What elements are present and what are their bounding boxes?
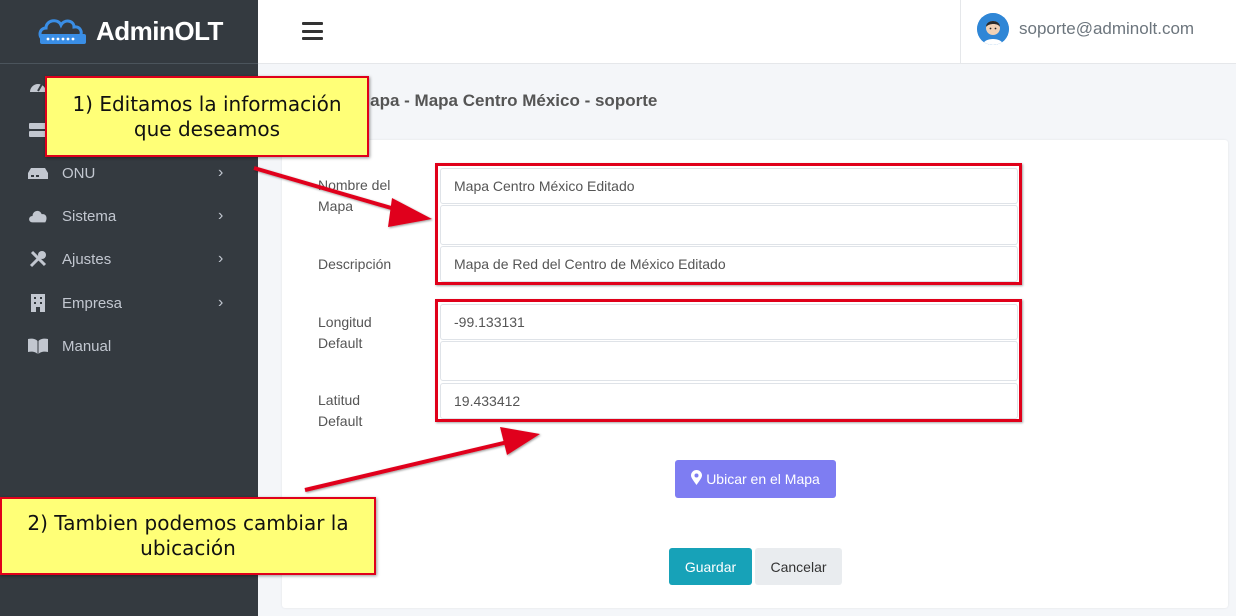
chevron-right-icon: › <box>218 207 224 224</box>
hamburger-icon[interactable] <box>302 22 323 40</box>
sidebar-item-label: Sistema <box>62 207 117 225</box>
highlight-coordinates <box>435 299 1022 422</box>
tools-icon <box>28 250 48 268</box>
sidebar-item-label: Ajustes <box>62 250 112 268</box>
sidebar-item-label: Manual <box>62 337 112 355</box>
building-icon <box>28 294 48 312</box>
annotation-note-1: 1) Editamos la información que deseamos <box>45 76 369 157</box>
sidebar-item-manual[interactable]: Manual <box>0 326 258 366</box>
highlight-name-description <box>435 163 1022 285</box>
map-marker-icon <box>691 470 703 488</box>
annotation-note-1-line-1: 1) Editamos la información <box>72 91 342 116</box>
annotation-note-2: 2) Tambien podemos cambiar la ubicación <box>0 497 376 575</box>
book-icon <box>28 337 48 355</box>
sidebar-item-sistema[interactable]: Sistema › <box>0 196 258 236</box>
sidebar-item-ajustes[interactable]: Ajustes › <box>0 239 258 279</box>
chevron-right-icon: › <box>218 294 224 311</box>
chevron-right-icon: › <box>218 250 224 267</box>
annotation-note-1-line-2: que deseamos <box>133 116 281 141</box>
router-icon <box>28 164 48 182</box>
top-navbar: soporte@adminolt.com <box>258 0 1236 64</box>
cancel-button[interactable]: Cancelar <box>755 548 842 585</box>
sidebar-item-empresa[interactable]: Empresa › <box>0 283 258 323</box>
field-label-longitud: Longitud Default <box>318 314 372 351</box>
brand[interactable]: AdminOLT <box>0 0 258 64</box>
user-email: soporte@adminolt.com <box>1019 19 1195 38</box>
save-button[interactable]: Guardar <box>669 548 752 585</box>
cloud-router-logo-icon <box>38 19 86 44</box>
field-label-latitud: Latitud Default <box>318 392 363 429</box>
chevron-right-icon: › <box>218 164 224 181</box>
locate-button-label: Ubicar en el Mapa <box>706 471 820 487</box>
field-label-nombre: Nombre del Mapa <box>318 177 391 214</box>
sidebar-item-label: Empresa <box>62 294 123 312</box>
sidebar-item-label: ONU <box>62 164 96 182</box>
page-title: Mapa - Mapa Centro México - soporte <box>356 91 658 110</box>
locate-on-map-button[interactable]: Ubicar en el Mapa <box>675 460 836 498</box>
user-avatar <box>977 13 1009 45</box>
sidebar-item-onu[interactable]: ONU › <box>0 153 258 193</box>
annotation-note-2-line-1: 2) Tambien podemos cambiar la <box>27 511 349 535</box>
brand-name: AdminOLT <box>96 16 223 46</box>
cloud-icon <box>28 207 48 225</box>
field-label-descripcion: Descripción <box>318 256 392 272</box>
user-menu[interactable]: soporte@adminolt.com <box>960 0 1236 64</box>
annotation-note-2-line-2: ubicación <box>140 536 236 560</box>
